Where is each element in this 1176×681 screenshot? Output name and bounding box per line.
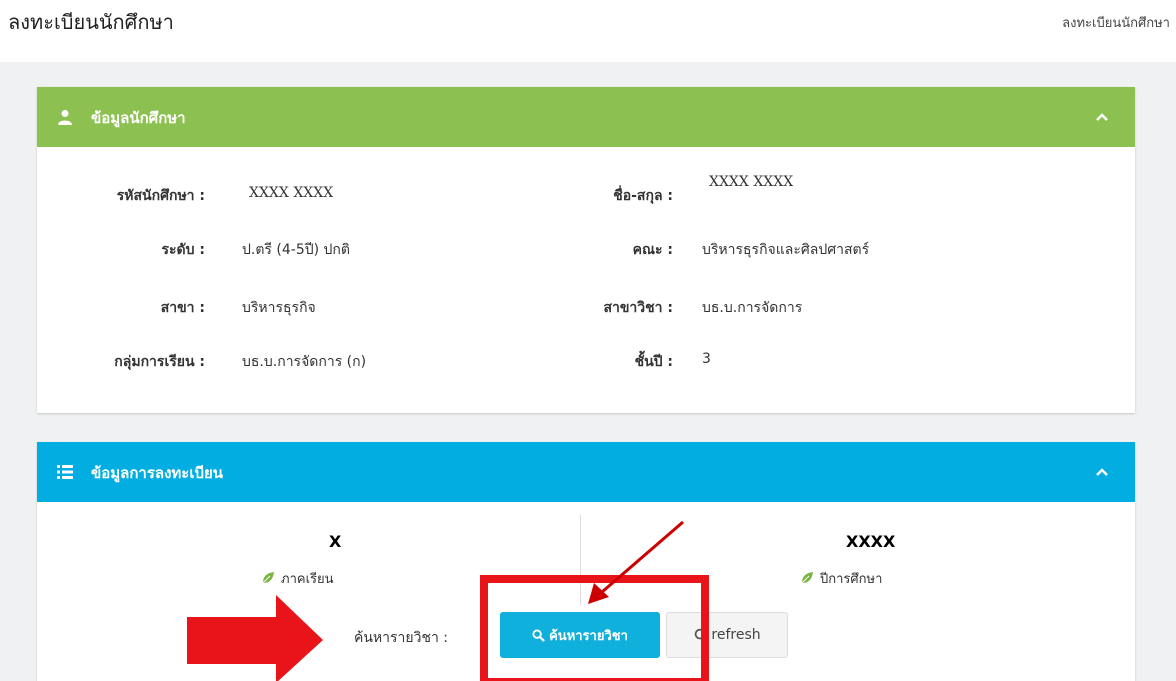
year-label: ชั้นปี : — [634, 354, 673, 370]
user-icon — [58, 110, 72, 125]
academic-year-label: ปีการศึกษา — [800, 568, 882, 589]
list-icon — [57, 465, 73, 479]
student-info-title: ข้อมูลนักศึกษา — [91, 109, 186, 127]
branch-label: สาขา : — [160, 300, 205, 316]
registration-header[interactable]: ข้อมูลการลงทะเบียน — [37, 442, 1135, 502]
full-name-value: XXXX XXXX — [709, 174, 794, 190]
leaf-icon — [262, 572, 274, 584]
student-id-value: XXXX XXXX — [249, 185, 334, 201]
academic-year-value: XXXX — [846, 532, 896, 551]
group-value: บธ.บ.การจัดการ (ก) — [242, 354, 367, 370]
group-label: กลุ่มการเรียน : — [114, 354, 205, 370]
content-area: ข้อมูลนักศึกษา รหัสนักศึกษา : XXXX XXXX … — [0, 62, 1176, 681]
page-title: ลงทะเบียนนักศึกษา — [8, 10, 174, 34]
branch-value: บริหารธุรกิจ — [242, 300, 316, 316]
student-id-label: รหัสนักศึกษา : — [116, 188, 205, 204]
faculty-value: บริหารธุรกิจและศิลปศาสตร์ — [702, 242, 870, 258]
registration-box: ข้อมูลการลงทะเบียน X ภาคเรียน XXXX ปีการ… — [37, 442, 1135, 681]
refresh-button[interactable]: refresh — [666, 612, 788, 658]
chevron-up-icon[interactable] — [1095, 465, 1109, 479]
semester-value: X — [329, 532, 342, 551]
search-icon — [532, 628, 546, 642]
refresh-icon — [695, 627, 706, 640]
search-course-label: ค้นหารายวิชา : — [354, 630, 449, 646]
breadcrumb[interactable]: ลงทะเบียนนักศึกษา — [1062, 12, 1170, 33]
semester-label: ภาคเรียน — [261, 568, 334, 589]
level-value: ป.ตรี (4-5ปี) ปกติ — [242, 242, 350, 258]
chevron-up-icon[interactable] — [1095, 110, 1109, 124]
year-value: 3 — [702, 351, 711, 367]
faculty-label: คณะ : — [632, 242, 673, 258]
stat-divider — [580, 515, 581, 605]
level-label: ระดับ : — [161, 242, 206, 258]
full-name-label: ชื่อ-สกุล : — [613, 188, 673, 204]
page-header: ลงทะเบียนนักศึกษา ลงทะเบียนนักศึกษา — [0, 0, 1176, 62]
student-info-box: ข้อมูลนักศึกษา รหัสนักศึกษา : XXXX XXXX … — [37, 87, 1135, 413]
major-value: บธ.บ.การจัดการ — [702, 300, 803, 316]
major-label: สาขาวิชา : — [603, 300, 673, 316]
leaf-icon — [801, 572, 813, 584]
search-course-button[interactable]: ค้นหารายวิชา — [500, 612, 660, 658]
registration-title: ข้อมูลการลงทะเบียน — [91, 464, 224, 482]
student-info-header[interactable]: ข้อมูลนักศึกษา — [37, 87, 1135, 147]
